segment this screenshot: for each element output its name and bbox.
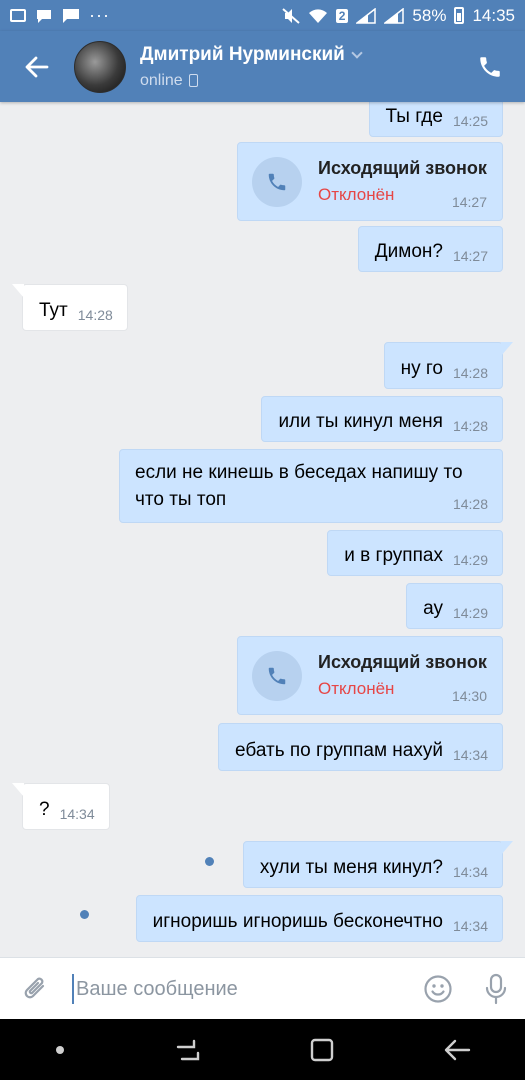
bubble-tail — [12, 783, 24, 797]
call-button[interactable] — [455, 31, 525, 102]
outgoing-message[interactable]: ну го 14:28 — [383, 342, 513, 389]
battery-icon — [454, 7, 465, 24]
nav-dot-icon[interactable] — [54, 1044, 66, 1056]
message-notification-icon — [37, 9, 51, 23]
outgoing-message[interactable]: хули ты меня кинул? 14:34 — [242, 841, 513, 888]
message-text: Тут — [39, 300, 68, 321]
message-text: и в группах — [344, 545, 443, 566]
outgoing-message[interactable]: и в группах 14:29 — [327, 530, 503, 576]
message-time: 14:34 — [452, 918, 488, 934]
chat-header: Дмитрий Нурминский online — [0, 31, 525, 102]
message-time: 14:29 — [452, 605, 488, 621]
avatar[interactable] — [74, 40, 126, 93]
message-text: ау — [423, 598, 443, 619]
outgoing-message[interactable]: ебать по группам нахуй 14:34 — [218, 723, 503, 771]
contact-info[interactable]: Дмитрий Нурминский online — [140, 43, 363, 90]
message-text-line-2: что ты топ — [135, 489, 227, 510]
message-time: 14:25 — [452, 113, 488, 129]
incoming-message[interactable]: ? 14:34 — [12, 783, 110, 830]
online-status: online — [140, 71, 183, 89]
message-time: 14:27 — [452, 248, 488, 264]
call-status: Отклонён — [318, 679, 395, 698]
call-message[interactable]: Исходящий звонок Отклонён 14:30 — [237, 636, 503, 715]
message-text: Димон? — [374, 241, 443, 262]
bubble-tail — [501, 342, 513, 356]
message-text: ? — [39, 799, 50, 820]
microphone-icon — [485, 973, 507, 1004]
phone-icon — [268, 667, 286, 685]
more-notifications-icon: ··· — [89, 5, 110, 25]
signal-icon — [356, 7, 377, 24]
call-title: Исходящий звонок — [318, 652, 487, 672]
back-button[interactable] — [0, 31, 74, 102]
message-time: 14:29 — [452, 552, 488, 568]
paperclip-icon — [24, 977, 45, 998]
mute-icon — [282, 7, 300, 24]
smile-icon — [424, 974, 452, 1003]
emoji-button[interactable] — [409, 974, 467, 1004]
message-list[interactable]: Ты где 14:25 Исходящий звонок Отклонён 1… — [0, 102, 525, 957]
incoming-message[interactable]: Тут 14:28 — [12, 284, 128, 331]
message-text: ну го — [400, 358, 443, 379]
call-title: Исходящий звонок — [318, 158, 487, 178]
bubble-tail — [12, 284, 24, 298]
clock: 14:35 — [472, 5, 515, 25]
wifi-icon — [308, 8, 327, 23]
message-text: ебать по группам нахуй — [235, 740, 443, 761]
phone-icon — [480, 56, 500, 77]
message-text: Ты где — [385, 106, 443, 127]
outgoing-message[interactable]: Ты где 14:25 — [368, 102, 503, 137]
message-text: или ты кинул меня — [278, 411, 443, 432]
back-nav-icon[interactable] — [443, 1037, 471, 1063]
outgoing-message[interactable]: игноришь игноришь бесконечтно 14:34 — [135, 895, 503, 942]
message-time: 14:28 — [452, 496, 488, 512]
message-time: 14:34 — [59, 806, 95, 822]
phone-icon — [268, 173, 286, 191]
bubble-tail — [501, 841, 513, 855]
signal-icon-2 — [384, 7, 405, 24]
mobile-device-icon — [188, 74, 198, 87]
call-icon-circle — [252, 651, 302, 701]
call-icon-circle — [252, 157, 302, 207]
recent-apps-icon[interactable] — [174, 1037, 202, 1063]
message-time: 14:28 — [452, 365, 488, 381]
voice-message-button[interactable] — [467, 973, 525, 1005]
outgoing-message[interactable]: Димон? 14:27 — [357, 226, 503, 272]
sim-badge: 2 — [335, 8, 349, 23]
back-arrow-icon — [25, 56, 49, 77]
chat-notification-icon — [63, 8, 79, 23]
message-time: 14:28 — [452, 418, 488, 434]
chevron-down-icon — [351, 46, 363, 59]
call-status: Отклонён — [318, 185, 395, 204]
system-nav-bar — [0, 1019, 525, 1080]
status-bar: ··· 2 58% 14:35 — [0, 0, 525, 31]
home-icon[interactable] — [309, 1037, 335, 1063]
message-text-line-1: если не кинешь в беседах напишу то — [135, 462, 463, 483]
outgoing-message[interactable]: если не кинешь в беседах напишу то что т… — [119, 449, 503, 523]
message-composer: Ваше сообщение — [0, 957, 525, 1019]
outgoing-message[interactable]: ау 14:29 — [406, 583, 503, 629]
message-time: 14:34 — [452, 747, 488, 763]
message-time: 14:27 — [451, 194, 487, 210]
call-message[interactable]: Исходящий звонок Отклонён 14:27 — [237, 142, 503, 221]
unread-dot — [205, 857, 214, 866]
message-text: игноришь игноришь бесконечтно — [152, 911, 443, 932]
message-time: 14:28 — [77, 307, 113, 323]
contact-name: Дмитрий Нурминский — [140, 43, 345, 65]
attach-button[interactable] — [0, 974, 72, 1004]
message-input[interactable]: Ваше сообщение — [72, 973, 409, 1004]
message-text: хули ты меня кинул? — [259, 857, 443, 878]
outgoing-message[interactable]: или ты кинул меня 14:28 — [261, 396, 503, 442]
gallery-notification-icon — [10, 9, 26, 22]
unread-dot — [80, 910, 89, 919]
message-time: 14:34 — [452, 864, 488, 880]
message-time: 14:30 — [451, 688, 487, 704]
battery-percent: 58% — [412, 5, 447, 25]
